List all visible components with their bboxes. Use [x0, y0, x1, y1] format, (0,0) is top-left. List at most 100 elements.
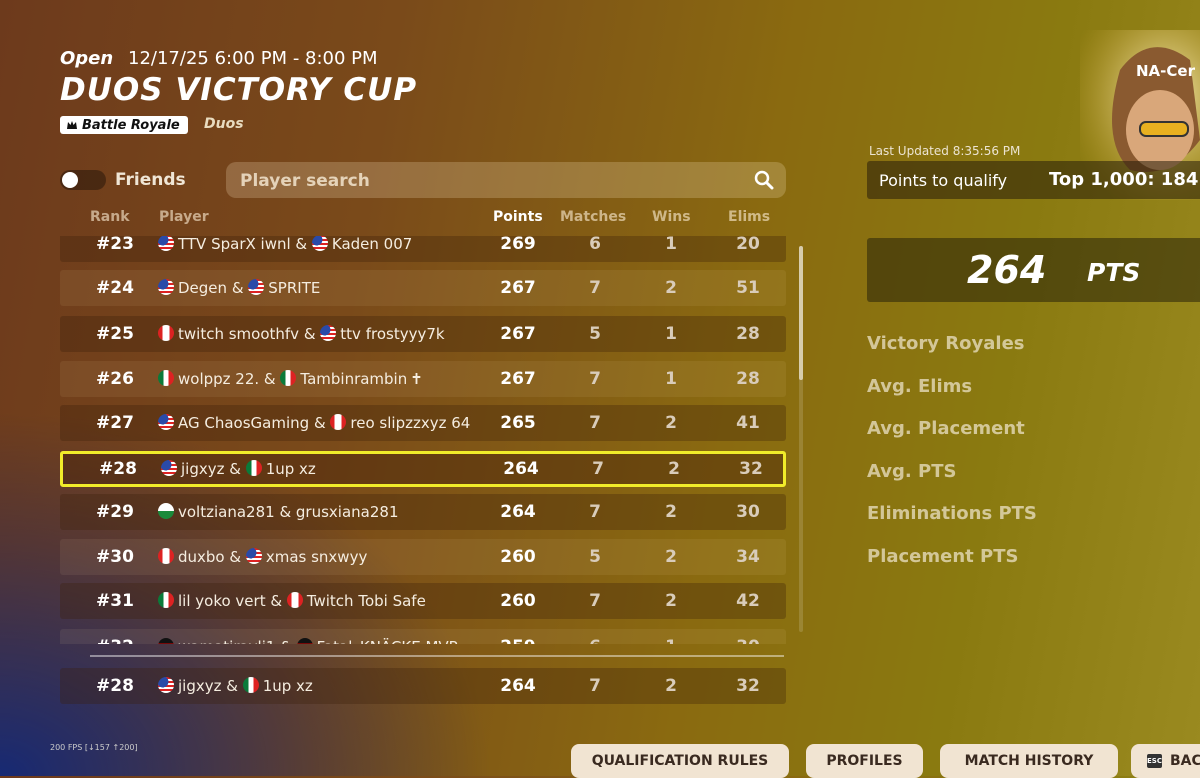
table-row[interactable]: #26 wolppz 22. & Tambinrambin 🕇 267 7 1 28 [60, 361, 786, 397]
back-button[interactable]: ESC BACK [1131, 744, 1200, 778]
mode-label: Battle Royale [82, 117, 180, 133]
rank: #26 [96, 369, 134, 389]
wins: 1 [665, 324, 677, 344]
points: 259 [488, 629, 548, 644]
elims: 20 [736, 236, 760, 254]
col-elims[interactable]: Elims [728, 209, 770, 225]
stat-avg-pts: Avg. PTS [867, 461, 957, 482]
leaderboard[interactable]: #23 TTV SparX iwnl & Kaden 007 269 6 1 20 #24 D… [60, 236, 786, 644]
rank: #24 [96, 278, 134, 298]
last-updated: Last Updated 8:35:56 PM [869, 144, 1021, 158]
matches: 6 [589, 236, 601, 254]
player-names: lil yoko vert & Twitch Tobi Safe [158, 583, 488, 619]
col-player[interactable]: Player [159, 209, 209, 225]
player-2: grusxiana281 [295, 503, 399, 521]
separator: & [265, 592, 287, 610]
player-1: wamatiravli1 [178, 638, 275, 644]
points: 267 [500, 278, 536, 298]
elims: 28 [736, 369, 760, 389]
rank: #27 [96, 413, 134, 433]
scrollbar-thumb[interactable] [799, 246, 803, 380]
wins: 1 [641, 629, 701, 644]
us-flag-icon [161, 460, 177, 476]
matches: 7 [589, 502, 601, 522]
player-2: Tambinrambin 🕇 [300, 370, 422, 388]
back-label: BACK [1169, 753, 1200, 769]
de-flag-icon [158, 638, 174, 644]
ca-flag-icon [158, 325, 174, 341]
event-status: Open [60, 48, 114, 69]
table-row[interactable]: #30 duxbo & xmas snxwyy 260 5 2 34 [60, 539, 786, 575]
table-row[interactable]: #29 voltziana281 & grusxiana281 264 7 2 30 [60, 494, 786, 530]
points: 269 [500, 236, 536, 254]
player-names: voltziana281 & grusxiana281 [158, 494, 488, 530]
region-label: NA-Cer [1136, 62, 1195, 80]
match-history-button[interactable]: MATCH HISTORY [940, 744, 1118, 778]
player-1: wolppz 22. [178, 370, 260, 388]
event-time: 12/17/25 6:00 PM - 8:00 PM [128, 48, 378, 69]
col-wins[interactable]: Wins [652, 209, 691, 225]
col-rank[interactable]: Rank [90, 209, 130, 225]
wins: 2 [665, 502, 677, 522]
matches: 7 [589, 278, 601, 298]
qualification-rules-button[interactable]: QUALIFICATION RULES [571, 744, 789, 778]
player-1: jigxyz [178, 677, 222, 695]
table-row[interactable]: #23 TTV SparX iwnl & Kaden 007 269 6 1 20 [60, 236, 786, 262]
wins: 2 [665, 547, 677, 567]
player-2: ttv frostyyy7k [340, 325, 445, 343]
player-1: AG ChaosGaming [178, 414, 310, 432]
stat-avg-elims: Avg. Elims [867, 376, 973, 397]
toggle-knob [62, 172, 78, 188]
format-label: Duos [204, 116, 244, 132]
elims: 30 [736, 502, 760, 522]
ca-flag-icon [330, 414, 347, 430]
separator: & [221, 677, 243, 695]
divider [90, 655, 784, 657]
player-search[interactable] [226, 162, 786, 200]
us-flag-icon [158, 236, 174, 251]
de-flag-icon [296, 638, 313, 644]
points: 260 [500, 591, 536, 611]
table-row[interactable]: #27 AG ChaosGaming & reo slipzzxyz 64 265 7… [60, 405, 786, 441]
points: 267 [500, 324, 536, 344]
event-title: DUOS VICTORY CUP [60, 72, 418, 108]
stat-victory-royales: Victory Royales [867, 333, 1025, 354]
player-1: TTV SparX iwnl [178, 236, 291, 253]
friends-toggle[interactable] [60, 170, 106, 190]
table-row[interactable]: #25 twitch smoothfv & ttv frostyyy7k 267 5 1… [60, 316, 786, 352]
wins: 2 [665, 413, 677, 433]
elims: 51 [736, 278, 760, 298]
player-names: wolppz 22. & Tambinrambin 🕇 [158, 361, 488, 397]
table-row[interactable]: #31 lil yoko vert & Twitch Tobi Safe 260 7 2… [60, 583, 786, 619]
matches: 7 [592, 459, 604, 479]
esc-key-icon: ESC [1147, 754, 1162, 768]
wl-flag-icon [158, 503, 174, 519]
stat-eliminations-pts: Eliminations PTS [867, 503, 1037, 524]
qualify-box: Points to qualify Top 1,000: 184 [867, 161, 1200, 199]
rank: #28 [96, 676, 134, 696]
profiles-button[interactable]: PROFILES [806, 744, 923, 778]
elims: 30 [718, 629, 778, 644]
table-row[interactable]: #28 jigxyz & 1up xz 264 7 2 32 [60, 451, 786, 487]
matches: 6 [565, 629, 625, 644]
col-matches[interactable]: Matches [560, 209, 626, 225]
search-icon[interactable] [754, 170, 774, 190]
matches: 5 [589, 547, 601, 567]
points: 260 [500, 547, 536, 567]
separator: & [227, 279, 249, 297]
matches: 7 [589, 591, 601, 611]
points-unit: PTS [1087, 258, 1141, 287]
wins: 2 [665, 591, 677, 611]
own-rank-row[interactable]: #28 jigxyz & 1up xz 264 7 2 32 [60, 668, 786, 704]
table-row[interactable]: #24 Degen & SPRITE 267 7 2 51 [60, 270, 786, 306]
table-row[interactable]: #32wamatiravli1 & Fatal_KNÄCKE MVP259613… [60, 629, 786, 644]
col-points[interactable]: Points [493, 209, 543, 225]
matches: 5 [589, 324, 601, 344]
points-box: 264 PTS [867, 238, 1200, 302]
us-flag-icon [311, 236, 328, 251]
player-names: AG ChaosGaming & reo slipzzxyz 64 [158, 405, 488, 441]
player-2: Twitch Tobi Safe [306, 592, 426, 610]
search-input[interactable] [238, 162, 742, 200]
us-flag-icon [245, 548, 262, 564]
rank: #30 [96, 547, 134, 567]
